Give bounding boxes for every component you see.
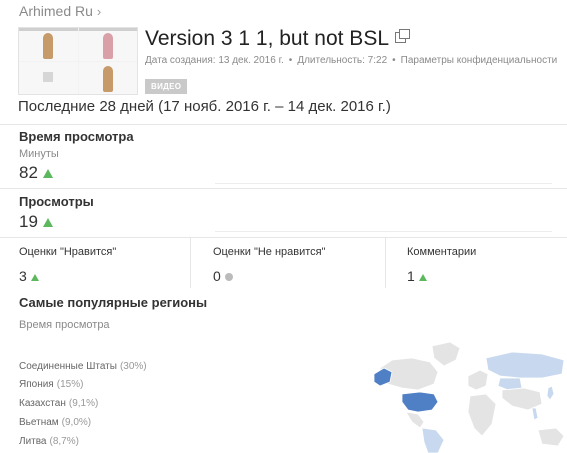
watch-time-title: Время просмотра — [19, 129, 134, 144]
map-australia — [537, 427, 565, 447]
external-link-icon[interactable] — [395, 29, 411, 43]
comments-stat: Комментарии 1 — [407, 246, 476, 284]
thumbnail-pane — [79, 62, 137, 94]
likes-label: Оценки "Нравится" — [19, 246, 117, 258]
breadcrumb[interactable]: Arhimed Ru › — [19, 3, 101, 19]
region-item: Япония (15%) — [19, 379, 84, 390]
region-item: Соединенные Штаты (30%) — [19, 361, 147, 372]
map-europe — [467, 369, 489, 391]
dislikes-stat: Оценки "Не нравится" 0 — [213, 246, 326, 284]
views-title: Просмотры — [19, 194, 94, 209]
map-south-america — [421, 427, 445, 453]
watch-time-sparkline — [215, 183, 552, 184]
comments-label: Комментарии — [407, 246, 477, 258]
views-sparkline — [215, 231, 552, 232]
trend-up-icon — [30, 274, 39, 281]
divider — [0, 124, 567, 125]
map-usa — [401, 391, 439, 413]
map-japan — [546, 385, 555, 401]
region-item: Вьетнам (9,0%) — [19, 417, 92, 428]
trend-up-icon — [42, 169, 53, 178]
watch-time-number: 82 — [19, 163, 38, 182]
likes-stat: Оценки "Нравится" 3 — [19, 246, 116, 284]
thumbnail-pane — [19, 62, 78, 94]
world-map[interactable] — [372, 338, 567, 453]
map-africa — [467, 393, 497, 437]
map-russia — [485, 351, 565, 379]
dislikes-label: Оценки "Не нравится" — [213, 246, 326, 258]
chevron-right-icon: › — [96, 4, 102, 19]
watch-time-unit: Минуты — [19, 148, 59, 160]
channel-link[interactable]: Arhimed Ru — [19, 3, 93, 19]
privacy-settings: Параметры конфиденциальности — [400, 55, 558, 66]
likes-value: 3 — [19, 268, 27, 284]
video-title-text[interactable]: Version 3 1 1, but not BSL — [145, 27, 389, 50]
video-title[interactable]: Version 3 1 1, but not BSL — [145, 27, 411, 51]
views-value: 19 — [19, 212, 53, 232]
region-item: Литва (8,7%) — [19, 436, 79, 447]
divider — [385, 238, 386, 288]
created-date: Дата создания: 13 дек. 2016 г. — [145, 55, 284, 66]
neutral-dot-icon — [224, 273, 233, 281]
video-thumbnail[interactable] — [18, 27, 138, 95]
map-asia — [501, 387, 543, 411]
map-mexico — [405, 411, 425, 429]
regions-subtitle: Время просмотра — [19, 319, 110, 331]
divider — [190, 238, 191, 288]
thumbnail-pane — [19, 28, 78, 61]
trend-up-icon — [418, 274, 427, 281]
date-range: Последние 28 дней (17 нояб. 2016 г. – 14… — [18, 98, 391, 115]
regions-title: Самые популярные регионы — [19, 295, 208, 310]
views-number: 19 — [19, 212, 38, 231]
map-vietnam — [531, 407, 539, 421]
divider — [0, 237, 567, 238]
thumbnail-pane — [79, 28, 137, 61]
region-item: Казахстан (9,1%) — [19, 398, 99, 409]
trend-up-icon — [42, 218, 53, 227]
video-type-badge: ВИДЕО — [145, 79, 188, 94]
map-greenland — [431, 341, 461, 367]
comments-value: 1 — [407, 268, 415, 284]
divider — [0, 188, 567, 189]
duration: Длительность: 7:22 — [297, 55, 388, 66]
video-meta: Дата создания: 13 дек. 2016 г. • Длительно… — [145, 55, 558, 66]
dislikes-value: 0 — [213, 268, 221, 284]
watch-time-value: 82 — [19, 163, 53, 183]
